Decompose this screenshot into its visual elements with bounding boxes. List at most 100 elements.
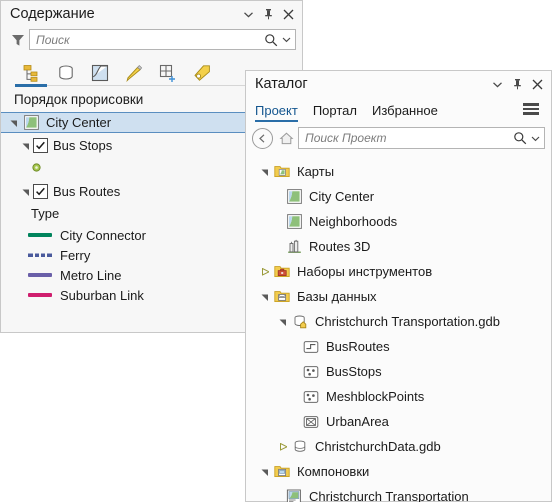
catalog-row-christchurch-transportation-gdb[interactable]: Christchurch Transportation.gdb: [246, 309, 551, 334]
chevron-down-icon[interactable]: [487, 74, 507, 94]
point-feature-icon: [301, 388, 321, 406]
filter-icon[interactable]: [7, 30, 29, 50]
line-symbol: [28, 233, 52, 237]
catalog-item-label: Christchurch Transportation.gdb: [315, 314, 500, 329]
app-root: Содержание Поиск Порядок прорисовки City…: [0, 0, 552, 502]
list-by-labeling-icon[interactable]: [185, 59, 219, 87]
catalog-item-label: BusStops: [326, 364, 382, 379]
polyline-feature-icon: [301, 338, 321, 356]
expander-icon[interactable]: [19, 137, 33, 155]
legend-item-label: City Connector: [60, 227, 146, 243]
legend-item-label: Metro Line: [60, 267, 122, 283]
search-dropdown-icon[interactable]: [279, 32, 293, 48]
contents-panel-title: Содержание: [10, 6, 95, 22]
point-symbol-green: [27, 160, 45, 174]
catalog-row-busstops[interactable]: BusStops: [246, 359, 551, 384]
close-icon[interactable]: [527, 74, 547, 94]
list-by-selection-icon[interactable]: [83, 59, 117, 87]
line-symbol: [28, 293, 52, 297]
layer-label: Bus Stops: [53, 138, 113, 153]
expander-icon[interactable]: [258, 463, 272, 481]
pin-icon[interactable]: [507, 74, 527, 94]
line-symbol-swatch: [27, 248, 53, 262]
catalog-tree: Карты City Center Neighborhoods Routes 3…: [246, 155, 551, 502]
line-symbol-swatch: [27, 268, 53, 282]
catalog-row-neighborhoods[interactable]: Neighborhoods: [246, 209, 551, 234]
layout-icon: [284, 488, 304, 502]
legend-item-label: Ferry: [60, 247, 91, 263]
close-icon[interactable]: [278, 4, 298, 24]
folder-toolbox-icon: [272, 263, 292, 281]
expander-icon[interactable]: [276, 313, 290, 331]
tab-label: Портал: [312, 103, 357, 118]
layer-visibility-checkbox[interactable]: [33, 138, 48, 153]
list-by-snapping-icon[interactable]: [151, 59, 185, 87]
line-symbol-swatch: [27, 228, 53, 242]
catalog-panel-title: Каталог: [255, 76, 308, 92]
search-icon[interactable]: [512, 130, 528, 146]
expander-icon[interactable]: [258, 263, 272, 281]
active-toolbar-indicator: [15, 84, 47, 87]
catalog-item-label: BusRoutes: [326, 339, 390, 354]
catalog-row-layouts[interactable]: Компоновки: [246, 459, 551, 484]
folder-maps-icon: [272, 163, 292, 181]
catalog-title-bar: Каталог: [246, 71, 551, 97]
legend-item-label: Suburban Link: [60, 287, 144, 303]
map-icon: [284, 188, 304, 206]
list-by-data-source-icon[interactable]: [49, 59, 83, 87]
catalog-row-city-center[interactable]: City Center: [246, 184, 551, 209]
folder-layouts-icon: [272, 463, 292, 481]
search-input[interactable]: Поиск: [29, 29, 296, 50]
catalog-item-label: Базы данных: [297, 289, 377, 304]
search-icon[interactable]: [263, 32, 279, 48]
expander-icon[interactable]: [19, 183, 33, 201]
chevron-down-icon[interactable]: [238, 4, 258, 24]
gdb-home-icon: [290, 313, 310, 331]
catalog-row-meshblockpoints[interactable]: MeshblockPoints: [246, 384, 551, 409]
catalog-item-label: Routes 3D: [309, 239, 371, 254]
layer-label: Bus Routes: [53, 184, 121, 199]
catalog-item-label: City Center: [309, 189, 375, 204]
expander-icon[interactable]: [276, 438, 290, 456]
catalog-item-label: Neighborhoods: [309, 214, 398, 229]
catalog-row-busroutes[interactable]: BusRoutes: [246, 334, 551, 359]
layer-visibility-checkbox[interactable]: [33, 184, 48, 199]
contents-search-row: Поиск: [1, 27, 302, 55]
catalog-row-databases[interactable]: Базы данных: [246, 284, 551, 309]
catalog-item-label: Компоновки: [297, 464, 370, 479]
expander-icon[interactable]: [7, 114, 21, 132]
catalog-search-input[interactable]: Поиск Проект: [298, 127, 545, 149]
legend-field-label: Type: [31, 206, 60, 221]
tab-label: Проект: [255, 103, 298, 118]
catalog-panel: Каталог Проект Портал Избранное Поиск Пр…: [245, 70, 552, 502]
scene-3d-icon: [284, 238, 304, 256]
contents-title-bar: Содержание: [1, 1, 302, 27]
point-feature-icon: [301, 363, 321, 381]
tab-favorites[interactable]: Избранное: [372, 103, 438, 122]
folder-database-icon: [272, 288, 292, 306]
catalog-row-toolboxes[interactable]: Наборы инструментов: [246, 259, 551, 284]
tab-project[interactable]: Проект: [255, 103, 298, 122]
catalog-row-routes-3d[interactable]: Routes 3D: [246, 234, 551, 259]
tab-label: Избранное: [371, 103, 438, 118]
search-input-placeholder: Поиск: [36, 32, 70, 47]
hamburger-menu-icon[interactable]: [523, 99, 543, 122]
catalog-search-placeholder: Поиск Проект: [305, 131, 387, 145]
catalog-nav-row: Поиск Проект: [246, 122, 551, 155]
layer-label: City Center: [46, 115, 112, 130]
back-arrow-icon[interactable]: [252, 127, 273, 149]
catalog-row-christchurch-transportation-layout[interactable]: Christchurch Transportation: [246, 484, 551, 502]
tab-portal[interactable]: Портал: [313, 103, 357, 122]
catalog-search-dropdown-icon[interactable]: [528, 130, 542, 146]
catalog-item-label: MeshblockPoints: [326, 389, 425, 404]
expander-icon[interactable]: [258, 163, 272, 181]
catalog-row-christchurchdata-gdb[interactable]: ChristchurchData.gdb: [246, 434, 551, 459]
pin-icon[interactable]: [258, 4, 278, 24]
list-by-drawing-order-icon[interactable]: [15, 59, 49, 87]
raster-feature-icon: [301, 413, 321, 431]
catalog-row-urbanarea[interactable]: UrbanArea: [246, 409, 551, 434]
catalog-row-maps[interactable]: Карты: [246, 159, 551, 184]
list-by-editing-icon[interactable]: [117, 59, 151, 87]
expander-icon[interactable]: [258, 288, 272, 306]
home-icon[interactable]: [277, 129, 296, 148]
